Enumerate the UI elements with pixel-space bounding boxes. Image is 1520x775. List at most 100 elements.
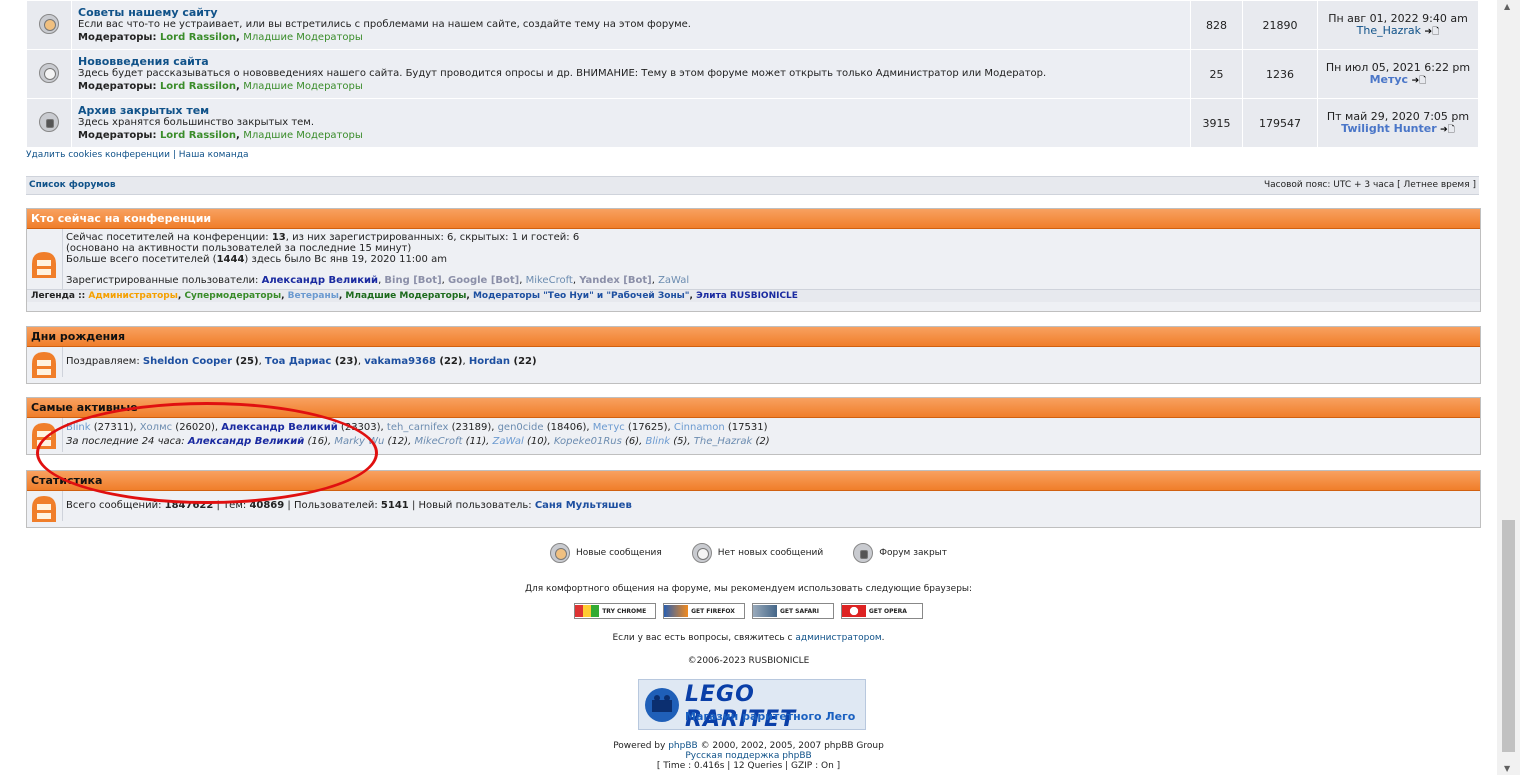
badge-label: GET FIREFOX [691,607,735,615]
nav-bar: Список форумов Часовой пояс: UTC + 3 час… [26,176,1479,195]
group-supermods[interactable]: Супермодераторы [184,291,281,301]
user-link[interactable]: gen0cide [498,422,544,433]
post-count: (17531) [724,422,768,433]
user-link[interactable]: Метус [593,422,625,433]
scrollbar-thumb[interactable] [1502,520,1515,752]
stats-topics: 40869 [249,500,285,511]
safari-badge[interactable]: GET SAFARI [751,603,834,619]
moderator-link[interactable]: Lord Rassilon [160,130,236,141]
forum-list: Советы нашему сайту Если вас что-то не у… [26,0,1479,160]
posts-count: 21890 [1242,0,1318,50]
forum-title-link[interactable]: Архив закрытых тем [78,104,1184,117]
group-zone-mods[interactable]: Модераторы "Тео Нуи" и "Рабочей Зоны" [473,291,690,301]
moderators-label: Модераторы: [78,129,157,141]
topics-count: 25 [1190,49,1243,99]
goto-last-post-icon[interactable]: ➔🗋 [1425,27,1440,37]
chrome-badge[interactable]: TRY CHROME [574,603,657,619]
goto-last-post-icon[interactable]: ➔🗋 [1440,125,1455,135]
online-header[interactable]: Кто сейчас на конференции [27,209,1480,229]
user-link[interactable]: Google [Bot] [448,275,519,286]
user-link[interactable]: Bing [Bot] [384,275,441,286]
delete-cookies-link[interactable]: Удалить cookies конференции [26,150,170,160]
moderator-group-link[interactable]: Младшие Модераторы [243,32,363,43]
user-link[interactable]: The_Hazrak [694,436,753,447]
forum-moderators: Модераторы: Lord Rassilon, Младшие Модер… [78,129,363,141]
forum-moderators: Модераторы: Lord Rassilon, Младшие Модер… [78,80,363,92]
post-count: (23189), [448,422,498,433]
online-note: (основано на активности пользователей за… [66,243,412,254]
badge-label: TRY CHROME [602,607,647,615]
opera-badge[interactable]: GET OPERA [840,603,923,619]
stats-header: Статистика [27,471,1480,491]
powered-text: Powered by [613,741,669,751]
team-link[interactable]: Наша команда [179,150,249,160]
post-count: (2) [752,436,770,447]
group-junior-mods[interactable]: Младшие Модераторы [345,291,466,301]
lego-logo-icon [645,688,679,722]
read-forum-icon [39,62,59,83]
group-veterans[interactable]: Ветераны [288,291,339,301]
posts-count: 179547 [1242,98,1318,148]
board-links: Удалить cookies конференции | Наша коман… [26,150,1479,160]
scroll-up-icon[interactable]: ▲ [1504,2,1510,11]
admin-contact-link[interactable]: администратором [795,633,881,643]
moderator-link[interactable]: Lord Rassilon [160,81,236,92]
logo-subtitle: Магазин раритетного Лего [685,710,856,723]
user-link[interactable]: Sheldon Cooper [143,356,232,367]
contact-line: Если у вас есть вопросы, свяжитесь с адм… [0,633,1497,643]
user-link[interactable]: Kopeke01Rus [554,436,622,447]
user-link[interactable]: MikeCroft [526,275,573,286]
user-link[interactable]: Cinnamon [674,422,725,433]
logo-title: LEGO RARITET [685,682,797,732]
phpbb-link[interactable]: phpBB [668,741,697,751]
last-post-user[interactable]: Twilight Hunter [1341,122,1437,135]
debug-info: [ Time : 0.416s | 12 Queries | GZIP : On… [656,761,841,771]
newest-user-link[interactable]: Саня Мультяшев [535,500,632,511]
vertical-scrollbar[interactable]: ▲ ▼ [1497,0,1520,775]
user-link[interactable]: Hordan [469,356,510,367]
user-link[interactable]: Холмс [140,422,172,433]
stats-panel: Статистика Всего сообщений: 1847622 | Те… [26,470,1481,528]
moderator-group-link[interactable]: Младшие Модераторы [243,81,363,92]
last-post-user[interactable]: Метус [1370,73,1408,86]
group-admins[interactable]: Администраторы [88,291,177,301]
goto-last-post-icon[interactable]: ➔🗋 [1412,76,1427,86]
user-link[interactable]: teh_carnifex [387,422,449,433]
scroll-down-icon[interactable]: ▼ [1504,764,1510,773]
lego-raritet-banner[interactable]: LEGO RARITET Магазин раритетного Лего [638,679,866,732]
user-age: (23) [331,356,358,367]
forum-moderators: Модераторы: Lord Rassilon, Младшие Модер… [78,31,363,43]
user-link[interactable]: Blink [66,422,91,433]
user-age: (22) [435,356,463,367]
post-count: (11), [462,436,493,447]
user-link[interactable]: vakama9368 [364,356,436,367]
russian-support-link[interactable]: Русская поддержка phpBB [0,751,1497,761]
user-link[interactable]: Александр Великий [188,436,304,447]
user-link[interactable]: Александр Великий [221,422,337,433]
user-link[interactable]: Yandex [Bot] [579,275,651,286]
user-link[interactable]: MikeCroft [414,436,462,447]
legend-no-new-posts: Нет новых сообщений [717,548,824,558]
last-post-user[interactable]: The_Hazrak [1357,24,1421,37]
firefox-badge[interactable]: GET FIREFOX [663,603,746,619]
powered-by: Powered by phpBB © 2000, 2002, 2005, 200… [0,741,1497,771]
user-link[interactable]: ZaWal [658,275,689,286]
forum-list-link[interactable]: Список форумов [29,177,116,194]
user-link[interactable]: Тоа Дариас [265,356,331,367]
forum-title-link[interactable]: Советы нашему сайту [78,6,1184,19]
copyright: ©2006-2023 RUSBIONICLE [687,656,810,666]
moderator-group-link[interactable]: Младшие Модераторы [243,130,363,141]
user-age: (22) [510,356,537,367]
record-date: ) здесь было Вс янв 19, 2020 11:00 am [244,254,447,265]
user-link[interactable]: Александр Великий [262,275,378,286]
user-link[interactable]: ZaWal [493,436,524,447]
group-elite[interactable]: Элита RUSBIONICLE [696,291,798,301]
day-label: За последние 24 часа: [66,436,188,447]
icon-legend: Новые сообщения Нет новых сообщений Фору… [0,543,1497,563]
browser-badges: TRY CHROME GET FIREFOX GET SAFARI GET OP… [0,603,1497,620]
forum-title-link[interactable]: Нововведения сайта [78,55,1184,68]
user-link[interactable]: Marky Wu [334,436,384,447]
moderator-link[interactable]: Lord Rassilon [160,32,236,43]
post-count: (17625), [624,422,674,433]
user-link[interactable]: Blink [646,436,671,447]
